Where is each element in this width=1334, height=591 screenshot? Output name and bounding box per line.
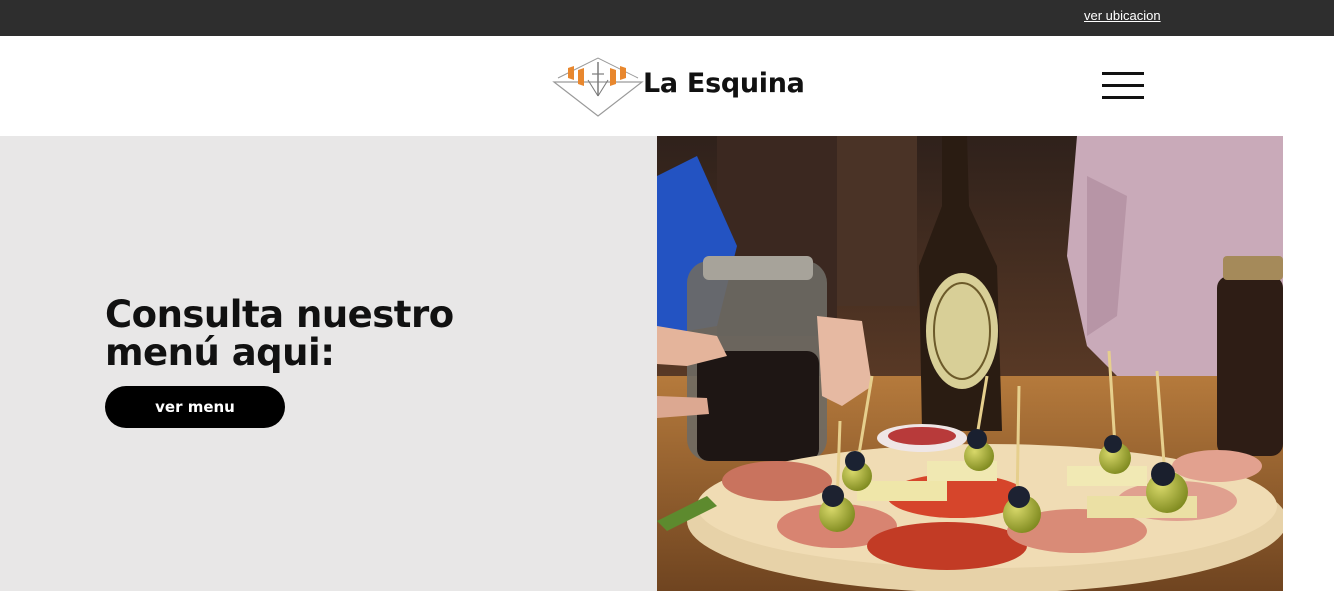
food-photo xyxy=(657,136,1283,591)
top-bar: ver ubicacion xyxy=(0,0,1334,36)
right-margin xyxy=(1283,136,1334,591)
hero-section: Consulta nuestro menú aqui: ver menu xyxy=(0,136,1334,591)
diamond-logo-icon[interactable] xyxy=(552,56,644,118)
view-menu-button[interactable]: ver menu xyxy=(105,386,285,428)
site-header: La Esquina xyxy=(0,36,1334,136)
location-link[interactable]: ver ubicacion xyxy=(1084,8,1161,23)
hamburger-menu-icon[interactable] xyxy=(1102,72,1144,100)
hero-heading: Consulta nuestro menú aqui: xyxy=(105,293,454,374)
brand-name[interactable]: La Esquina xyxy=(643,68,805,99)
